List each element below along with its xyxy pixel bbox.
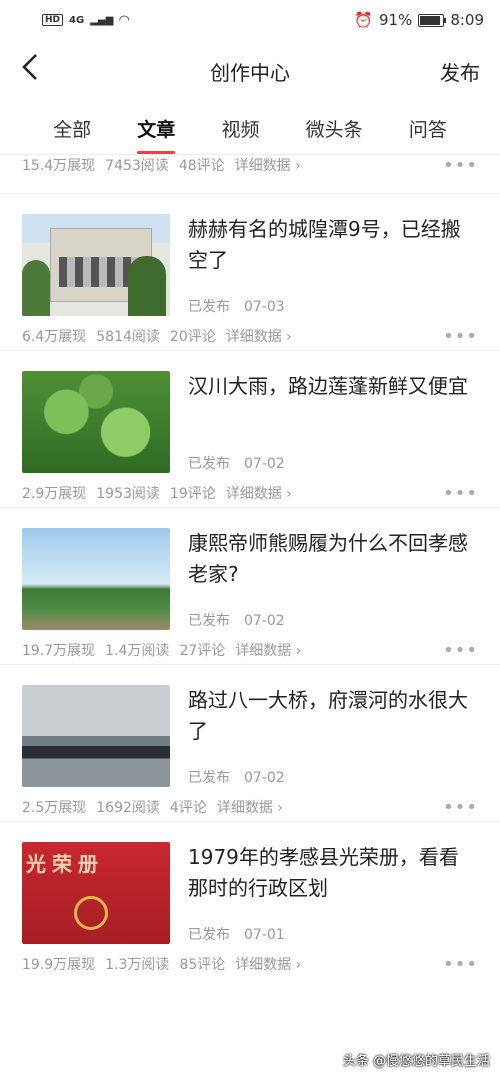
comments: 48评论 — [178, 158, 225, 174]
article-meta: 已发布 07-01 — [188, 924, 478, 944]
status-right: ⏰ 91% 8:09 — [354, 11, 484, 29]
more-icon[interactable]: ••• — [443, 797, 478, 818]
publish-date: 07-02 — [244, 613, 285, 629]
article-stats: 19.9万展现 1.3万阅读 85评论 详细数据 › ••• — [22, 952, 478, 976]
article-title[interactable]: 赫赫有名的城隍潭9号，已经搬空了 — [188, 214, 478, 276]
publish-status: 已发布 — [188, 456, 230, 472]
clock: 8:09 — [450, 11, 484, 29]
more-icon[interactable]: ••• — [443, 640, 478, 661]
signal-bars-icon: ▂▄▆ — [90, 14, 114, 26]
reads: 5814阅读 — [96, 329, 160, 345]
publish-status: 已发布 — [188, 770, 230, 786]
article-item[interactable]: 汉川大雨，路边莲蓬新鲜又便宜 已发布 07-02 2.9万展现 1953阅读 19… — [0, 351, 500, 508]
article-item[interactable]: 赫赫有名的城隍潭9号，已经搬空了 已发布 07-03 6.4万展现 5814阅读 … — [0, 194, 500, 351]
article-title[interactable]: 1979年的孝感县光荣册，看看那时的行政区划 — [188, 842, 478, 904]
article-thumbnail — [22, 214, 170, 316]
article-thumbnail — [22, 528, 170, 630]
article-thumbnail — [22, 371, 170, 473]
comments: 85评论 — [179, 957, 226, 973]
comments: 20评论 — [169, 329, 216, 345]
publish-status: 已发布 — [188, 613, 230, 629]
impressions: 19.9万展现 — [22, 957, 96, 973]
reads: 7453阅读 — [105, 158, 169, 174]
more-icon[interactable]: ••• — [443, 155, 478, 176]
publish-status: 已发布 — [188, 927, 230, 943]
comments: 4评论 — [169, 800, 207, 816]
impressions: 19.7万展现 — [22, 643, 96, 659]
more-icon[interactable]: ••• — [443, 326, 478, 347]
article-stats: 2.9万展现 1953阅读 19评论 详细数据 › ••• — [22, 481, 478, 505]
publish-date: 07-02 — [244, 456, 285, 472]
impressions: 15.4万展现 — [22, 158, 96, 174]
wifi-icon: ◠ — [119, 12, 130, 28]
tab-articles[interactable]: 文章 — [137, 109, 176, 154]
hd-badge: HD — [42, 14, 64, 26]
details-link[interactable]: 详细数据 › — [235, 155, 301, 175]
impressions: 2.9万展现 — [22, 486, 87, 502]
signal-label: 4G — [69, 14, 85, 26]
thumbnail-text: 光荣册 — [26, 852, 104, 876]
article-stats: 6.4万展现 5814阅读 20评论 详细数据 › ••• — [22, 324, 478, 348]
watermark: 头条 @慢悠悠的草民生活 — [342, 1054, 490, 1069]
article-item[interactable]: 路过八一大桥，府澴河的水很大了 已发布 07-02 2.5万展现 1692阅读 4… — [0, 665, 500, 822]
more-icon[interactable]: ••• — [443, 954, 478, 975]
article-item[interactable]: 康熙帝师熊赐履为什么不回孝感老家? 已发布 07-02 19.7万展现 1.4万阅… — [0, 508, 500, 665]
article-meta: 已发布 07-03 — [188, 296, 478, 316]
impressions: 2.5万展现 — [22, 800, 87, 816]
article-title[interactable]: 康熙帝师熊赐履为什么不回孝感老家? — [188, 528, 478, 590]
publish-date: 07-01 — [244, 927, 285, 943]
tab-bar: 全部 文章 视频 微头条 问答 — [0, 102, 500, 155]
battery-percent: 91% — [378, 11, 413, 29]
article-thumbnail — [22, 685, 170, 787]
article-meta: 已发布 07-02 — [188, 453, 468, 473]
network-indicators: HD 4G ▂▄▆ ◠ — [42, 13, 129, 28]
reads: 1953阅读 — [96, 486, 160, 502]
article-meta: 已发布 07-02 — [188, 610, 478, 630]
publish-status: 已发布 — [188, 299, 230, 315]
comments: 27评论 — [179, 643, 226, 659]
article-title[interactable]: 路过八一大桥，府澴河的水很大了 — [188, 685, 478, 747]
battery-icon — [418, 13, 447, 27]
reads: 1.3万阅读 — [105, 957, 170, 973]
article-meta: 已发布 07-02 — [188, 767, 478, 787]
more-icon[interactable]: ••• — [443, 483, 478, 504]
page-title: 创作中心 — [210, 60, 290, 85]
details-link[interactable]: 详细数据 › — [235, 954, 301, 974]
impressions: 6.4万展现 — [22, 329, 87, 345]
article-title[interactable]: 汉川大雨，路边莲蓬新鲜又便宜 — [188, 371, 468, 433]
article-thumbnail: 光荣册 — [22, 842, 170, 944]
reads: 1.4万阅读 — [105, 643, 170, 659]
details-link[interactable]: 详细数据 › — [235, 640, 301, 660]
status-bar: HD 4G ▂▄▆ ◠ ⏰ 91% 8:09 — [0, 0, 500, 40]
nav-bar: 创作中心 发布 — [0, 40, 500, 102]
tab-micro-posts[interactable]: 微头条 — [306, 109, 363, 148]
publish-date: 07-02 — [244, 770, 285, 786]
details-link[interactable]: 详细数据 › — [217, 797, 283, 817]
reads: 1692阅读 — [96, 800, 160, 816]
publish-button[interactable]: 发布 — [440, 57, 480, 86]
comments: 19评论 — [169, 486, 216, 502]
article-stats: 19.7万展现 1.4万阅读 27评论 详细数据 › ••• — [22, 638, 478, 662]
alarm-icon: ⏰ — [354, 11, 373, 29]
tab-all[interactable]: 全部 — [53, 109, 91, 148]
publish-date: 07-03 — [244, 299, 285, 315]
details-link[interactable]: 详细数据 › — [226, 483, 292, 503]
previous-article-stats: 15.4万展现 7453阅读 48评论 详细数据 › ••• — [0, 153, 500, 194]
article-item[interactable]: 光荣册 1979年的孝感县光荣册，看看那时的行政区划 已发布 07-01 19.9… — [0, 822, 500, 979]
emblem-icon — [74, 896, 108, 930]
article-stats: 2.5万展现 1692阅读 4评论 详细数据 › ••• — [22, 795, 478, 819]
details-link[interactable]: 详细数据 › — [226, 326, 292, 346]
tab-qa[interactable]: 问答 — [409, 109, 447, 148]
back-icon[interactable] — [20, 52, 60, 90]
tab-videos[interactable]: 视频 — [221, 109, 259, 148]
